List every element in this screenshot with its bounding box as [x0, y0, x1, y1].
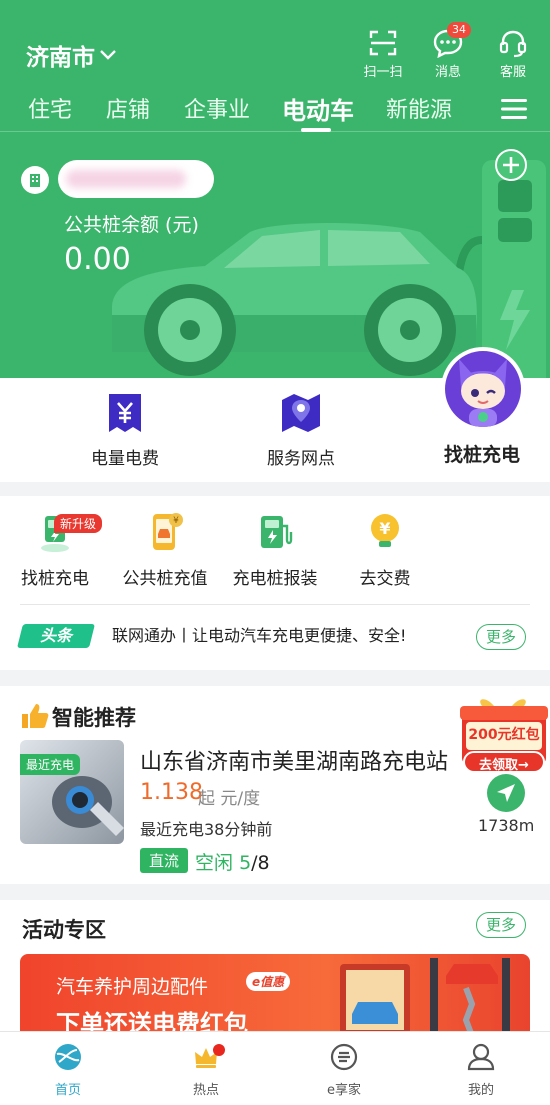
messages-button[interactable]: 34 消息 — [423, 22, 473, 80]
quick-action-find-charger[interactable]: 找桩充电 — [412, 440, 550, 467]
bottom-navigation: 首页 热点 e享家 我的 — [0, 1031, 550, 1105]
banner-line1: 汽车养护周边配件 — [56, 976, 209, 998]
messages-label: 消息 — [434, 65, 461, 80]
idle-count: 5 — [239, 852, 252, 874]
station-distance: 1738m — [478, 816, 535, 835]
service-find-charger[interactable]: 新升级 找桩充电 — [0, 510, 110, 589]
mascot-character-icon — [459, 359, 507, 427]
price-unit: 起 元/度 — [198, 789, 261, 809]
navigation-arrow-icon — [497, 784, 515, 802]
charging-pile-icon — [261, 516, 293, 548]
quick-action-bill[interactable]: 电量电费 — [55, 392, 195, 469]
nav-hot-label: 热点 — [192, 1083, 219, 1098]
recommend-title: 智能推荐 — [52, 706, 136, 730]
building-icon — [21, 166, 49, 194]
city-name: 济南市 — [26, 45, 95, 71]
tab-enterprise[interactable]: 企事业 — [184, 92, 250, 124]
nav-home-label: 首页 — [54, 1083, 81, 1098]
news-headline: 联网通办丨让电动汽车充电更便捷、安全! — [112, 626, 407, 645]
e-logo-icon — [330, 1043, 358, 1071]
idle-status: 空闲 5/8 — [195, 848, 270, 875]
chevron-down-icon — [100, 50, 116, 60]
tab-electric-vehicle[interactable]: 电动车 — [282, 91, 354, 126]
headline-tag-text: 头条 — [39, 626, 72, 645]
message-count-badge: 34 — [447, 22, 471, 38]
activity-section: 活动专区 更多 汽车养护周边配件 e值惠 下单还送电费红包 — [0, 900, 550, 1040]
svg-text:¥: ¥ — [173, 516, 179, 526]
scan-button[interactable]: 扫一扫 — [358, 28, 408, 80]
thumbs-up-icon — [22, 704, 49, 728]
nav-hot[interactable]: 热点 — [161, 1042, 251, 1098]
news-ticker[interactable]: 头条 联网通办丨让电动汽车充电更便捷、安全! — [17, 624, 536, 650]
user-icon — [467, 1043, 495, 1071]
last-charge-time: 最近充电38分钟前 — [140, 820, 273, 839]
banner-badge: e值惠 — [246, 972, 291, 991]
service-charger-install-label: 充电桩报装 — [232, 569, 318, 589]
quick-action-find-charger-label: 找桩充电 — [443, 444, 520, 466]
service-find-charger-label: 找桩充电 — [21, 569, 89, 589]
nav-home[interactable]: 首页 — [23, 1042, 113, 1098]
red-packet-promo[interactable]: 200元红包 去领取→ — [456, 694, 550, 778]
hero-banner: 济南市 扫一扫 34 消息 客服 住宅 店铺 企事业 电动车 新能源 公共桩余额… — [0, 0, 550, 378]
station-price: 1.138 — [140, 780, 203, 805]
globe-home-icon — [55, 1044, 81, 1070]
activity-banner[interactable]: 汽车养护周边配件 e值惠 下单还送电费红包 — [20, 954, 530, 1040]
balance-value: 0.00 — [64, 242, 131, 277]
station-thumbnail[interactable]: 最近充电 — [20, 740, 124, 844]
service-pay-label: 去交费 — [359, 569, 411, 589]
divider — [0, 131, 550, 132]
quick-action-bill-label: 电量电费 — [91, 449, 159, 469]
headline-tag: 头条 — [17, 624, 95, 648]
nav-profile-label: 我的 — [467, 1083, 494, 1098]
nav-profile[interactable]: 我的 — [436, 1042, 526, 1098]
idle-label: 空闲 — [195, 852, 234, 874]
recent-charge-tag: 最近充电 — [20, 754, 81, 775]
station-name[interactable]: 山东省济南市美里湖南路充电站 — [140, 744, 466, 776]
hot-notification-dot — [213, 1044, 225, 1056]
tab-new-energy[interactable]: 新能源 — [386, 92, 452, 124]
service-pay[interactable]: ¥ 去交费 — [330, 510, 440, 589]
nav-e-home-label: e享家 — [327, 1083, 361, 1098]
account-selector[interactable] — [58, 160, 214, 198]
balance-label: 公共桩余额 (元) — [64, 214, 199, 236]
nav-e-home[interactable]: e享家 — [299, 1042, 389, 1098]
promo-amount: 200元红包 — [468, 727, 540, 743]
map-pin-icon — [282, 394, 320, 432]
navigate-button[interactable] — [487, 774, 525, 812]
add-account-button[interactable] — [494, 148, 528, 182]
total-count: /8 — [251, 852, 270, 874]
service-public-topup-label: 公共桩充值 — [122, 569, 208, 589]
quick-action-outlets-label: 服务网点 — [267, 449, 335, 469]
news-more-button[interactable]: 更多 — [476, 624, 527, 650]
dc-type-tag: 直流 — [140, 848, 189, 873]
scan-icon — [369, 30, 397, 56]
yen-receipt-icon — [109, 394, 141, 432]
quick-action-outlets[interactable]: 服务网点 — [231, 392, 371, 469]
svg-text:¥: ¥ — [379, 519, 390, 538]
divider — [20, 604, 530, 605]
phone-car-icon: ¥ — [153, 513, 183, 550]
menu-icon[interactable] — [500, 97, 528, 121]
service-charger-install[interactable]: 充电桩报装 — [220, 510, 330, 589]
category-tabs: 住宅 店铺 企事业 电动车 新能源 — [0, 92, 550, 128]
new-upgrade-tag: 新升级 — [54, 514, 103, 533]
service-label: 客服 — [499, 65, 526, 80]
headset-icon — [499, 30, 527, 58]
scan-label: 扫一扫 — [363, 65, 403, 80]
tab-shop[interactable]: 店铺 — [106, 92, 150, 124]
service-public-topup[interactable]: ¥ 公共桩充值 — [110, 510, 220, 589]
promo-action: 去领取→ — [479, 758, 529, 773]
yen-bulb-icon: ¥ — [371, 514, 399, 547]
activity-title: 活动专区 — [22, 918, 106, 942]
service-button[interactable]: 客服 — [488, 28, 538, 80]
car-lift-illustration — [340, 958, 510, 1040]
mascot-avatar[interactable] — [441, 347, 525, 431]
masked-account-number — [66, 170, 186, 188]
tab-residential[interactable]: 住宅 — [28, 92, 72, 124]
city-selector[interactable]: 济南市 — [26, 38, 117, 72]
activity-more-button[interactable]: 更多 — [476, 912, 527, 938]
